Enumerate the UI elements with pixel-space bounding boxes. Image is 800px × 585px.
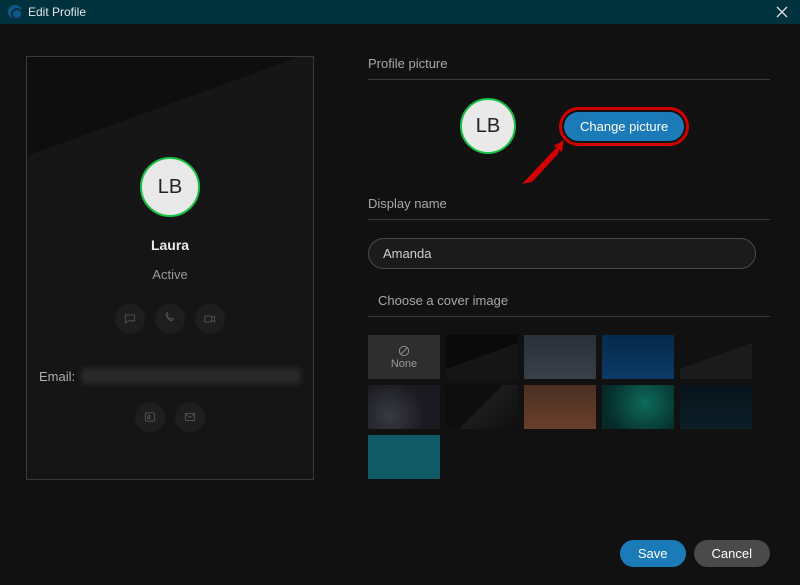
chat-icon [123, 312, 137, 326]
cover-image-label: Choose a cover image [368, 293, 770, 308]
video-button[interactable] [195, 304, 225, 334]
cover-tile-grey-wave[interactable] [524, 335, 596, 379]
email-button[interactable] [175, 402, 205, 432]
cover-tile-deep-blue[interactable] [602, 335, 674, 379]
main-content: LB Laura Active Email: [0, 24, 800, 585]
cover-tile-charcoal[interactable] [680, 335, 752, 379]
window-title: Edit Profile [28, 5, 86, 19]
card-display-name: Laura [27, 237, 313, 253]
cover-tile-dunes[interactable] [524, 385, 596, 429]
none-icon [397, 344, 411, 358]
close-button[interactable] [772, 2, 792, 22]
email-value-redacted [81, 368, 301, 384]
card-presence-status: Active [27, 267, 313, 282]
email-label: Email: [39, 369, 75, 384]
contact-card-button[interactable] [135, 402, 165, 432]
cover-tile-none[interactable]: None [368, 335, 440, 379]
divider [368, 79, 770, 80]
call-button[interactable] [155, 304, 185, 334]
save-label: Save [638, 546, 668, 561]
close-icon [776, 6, 788, 18]
edit-form: Profile picture LB Change picture Displa… [368, 56, 770, 479]
titlebar: Edit Profile [0, 0, 800, 24]
cover-tile-cyan[interactable] [368, 435, 440, 479]
mail-icon [183, 410, 197, 424]
card-cover-image [27, 57, 313, 157]
save-button[interactable]: Save [620, 540, 686, 567]
cover-tile-fold[interactable] [446, 385, 518, 429]
divider [368, 316, 770, 317]
card-avatar-initials: LB [158, 176, 182, 199]
cover-tile-teal[interactable] [602, 385, 674, 429]
cover-tile-dark-angle[interactable] [446, 335, 518, 379]
divider [368, 219, 770, 220]
cover-image-grid: None [368, 335, 768, 479]
display-name-input[interactable] [368, 238, 756, 269]
phone-icon [163, 312, 177, 326]
none-label: None [391, 358, 417, 370]
profile-picture-row: LB Change picture [368, 98, 770, 154]
app-logo-icon [8, 5, 22, 19]
video-icon [203, 312, 217, 326]
chat-button[interactable] [115, 304, 145, 334]
profile-picture-initials: LB [476, 115, 500, 138]
cover-tile-night[interactable] [680, 385, 752, 429]
cover-tile-shapes[interactable] [368, 385, 440, 429]
profile-preview-card: LB Laura Active Email: [26, 56, 314, 480]
arrow-annotation-icon [520, 140, 568, 188]
card-avatar: LB [140, 157, 200, 217]
display-name-label: Display name [368, 196, 770, 211]
change-picture-button[interactable]: Change picture [564, 112, 684, 141]
profile-picture-avatar: LB [460, 98, 516, 154]
profile-picture-label: Profile picture [368, 56, 770, 71]
cancel-label: Cancel [712, 546, 752, 561]
contact-icon [143, 410, 157, 424]
dialog-footer: Save Cancel [620, 540, 770, 567]
change-picture-label: Change picture [580, 119, 668, 134]
cancel-button[interactable]: Cancel [694, 540, 770, 567]
